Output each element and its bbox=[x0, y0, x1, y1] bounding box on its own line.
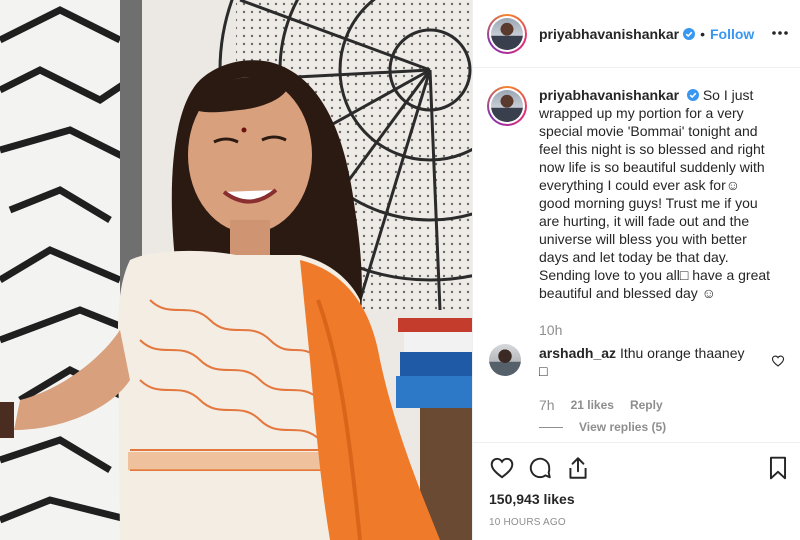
share-icon[interactable] bbox=[565, 455, 591, 481]
verified-badge-icon bbox=[686, 89, 699, 101]
post-header: priyabhavanishankar • Follow bbox=[473, 0, 800, 68]
bookmark-icon[interactable] bbox=[765, 455, 791, 481]
likes-count[interactable]: 150,943 likes bbox=[489, 491, 575, 507]
follow-button[interactable]: Follow bbox=[710, 26, 754, 42]
comment-item: arshadh_az Ithu orange thaaney □ bbox=[489, 344, 789, 380]
comment-time[interactable]: 7h bbox=[539, 398, 555, 412]
post-image bbox=[0, 0, 472, 540]
caption-username[interactable]: priyabhavanishankar bbox=[539, 87, 679, 103]
caption-text: So I just wrapped up my portion for a ve… bbox=[539, 87, 771, 301]
post-timestamp[interactable]: 10 HOURS AGO bbox=[489, 517, 566, 528]
heart-icon[interactable] bbox=[489, 455, 515, 481]
caption-body: priyabhavanishankar So I just wrapped up… bbox=[539, 86, 775, 302]
comment-body: arshadh_az Ithu orange thaaney □ bbox=[539, 344, 751, 380]
comment-likes[interactable]: 21 likes bbox=[571, 398, 614, 412]
author-username[interactable]: priyabhavanishankar bbox=[539, 26, 679, 42]
caption-avatar[interactable] bbox=[487, 86, 527, 126]
comment-icon[interactable] bbox=[527, 455, 553, 481]
post-photo[interactable] bbox=[0, 0, 472, 540]
comments-scroll-area[interactable]: priyabhavanishankar So I just wrapped up… bbox=[473, 68, 800, 442]
replies-divider bbox=[539, 426, 563, 428]
post-caption: priyabhavanishankar So I just wrapped up… bbox=[487, 86, 787, 302]
verified-badge-icon bbox=[683, 27, 696, 40]
post-details-panel: priyabhavanishankar • Follow priyabhavan… bbox=[472, 0, 800, 540]
commenter-avatar[interactable] bbox=[489, 344, 521, 376]
author-avatar[interactable] bbox=[487, 13, 527, 54]
reply-button[interactable]: Reply bbox=[630, 398, 663, 412]
view-replies-button[interactable]: View replies (5) bbox=[539, 420, 666, 434]
commenter-username[interactable]: arshadh_az bbox=[539, 345, 616, 361]
view-replies-label: View replies (5) bbox=[579, 420, 667, 434]
comment-meta: 7h 21 likes Reply bbox=[539, 398, 663, 412]
more-options-icon[interactable] bbox=[771, 26, 789, 40]
header-separator: • bbox=[700, 25, 705, 42]
post-actions: 150,943 likes 10 HOURS AGO bbox=[473, 442, 800, 540]
caption-age[interactable]: 10h bbox=[539, 322, 562, 338]
comment-heart-icon[interactable] bbox=[771, 354, 785, 368]
